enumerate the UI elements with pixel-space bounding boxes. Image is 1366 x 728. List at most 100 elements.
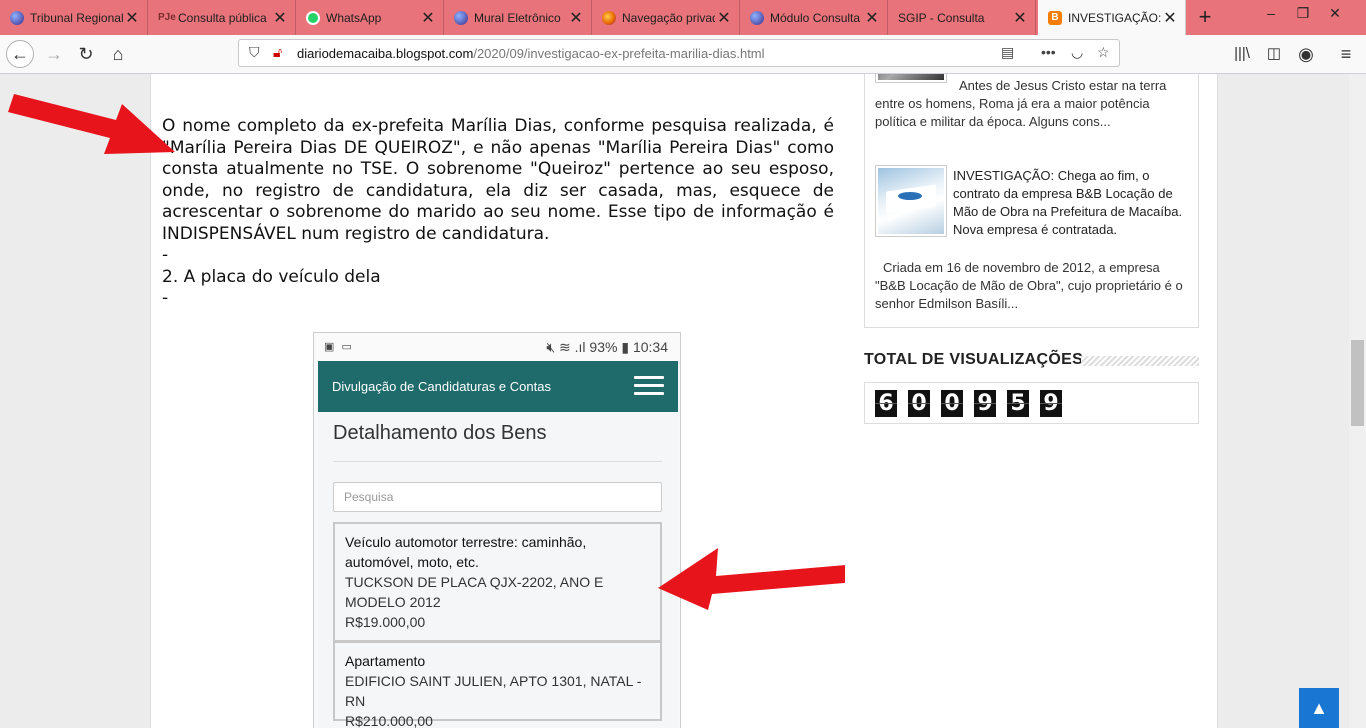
- popular-posts-widget: Antes de Jesus Cristo estar na terra ent…: [864, 74, 1199, 328]
- counter-digit: 5: [1007, 390, 1029, 417]
- minimize-button[interactable]: –: [1256, 2, 1286, 24]
- tab-sgip[interactable]: SGIP - Consulta ✕: [888, 0, 1036, 35]
- tab-label: Navegação privada: [622, 10, 715, 25]
- close-icon[interactable]: ✕: [1011, 8, 1029, 28]
- search-input: Pesquisa: [333, 482, 662, 512]
- status-right: 🔇︎ ≋ .ıl 93% ▮ 10:34: [546, 339, 668, 356]
- post-title-link[interactable]: INVESTIGAÇÃO: Chega ao fim, o contrato d…: [953, 167, 1188, 239]
- status-time: 10:34: [632, 339, 668, 355]
- page-actions-icon[interactable]: •••: [1041, 44, 1056, 60]
- blog-sidebar: Antes de Jesus Cristo estar na terra ent…: [845, 74, 1218, 728]
- post-excerpt: Criada em 16 de novembro de 2012, a empr…: [875, 260, 1183, 311]
- battery-icon: ▮: [621, 339, 630, 355]
- tab-label: Mural Eletrônico: [474, 10, 561, 25]
- navigation-toolbar: ← → ↻ ⌂ ⛉ 🔓︎ diariodemacaiba.blogspot.co…: [0, 35, 1366, 74]
- section-title: Detalhamento dos Bens: [333, 422, 547, 444]
- home-icon[interactable]: ⌂: [104, 40, 132, 68]
- reader-view-icon[interactable]: ▤: [1001, 44, 1014, 61]
- app-header: Divulgação de Candidaturas e Contas: [318, 361, 678, 412]
- globe-icon: [10, 10, 24, 25]
- asset-card: Apartamento EDIFICIO SAINT JULIEN, APTO …: [333, 641, 662, 728]
- asset-title: Apartamento: [345, 653, 426, 669]
- counter-digit: 6: [875, 390, 897, 417]
- url-text[interactable]: diariodemacaiba.blogspot.com/2020/09/inv…: [297, 46, 765, 61]
- hamburger-menu-icon: [634, 376, 664, 396]
- asset-card: Veículo automotor terrestre: caminhão, a…: [333, 522, 662, 642]
- tab-label: WhatsApp: [326, 10, 382, 25]
- article-item-2: 2. A placa do veículo dela: [162, 266, 381, 287]
- counter-digit: 0: [908, 390, 930, 417]
- pje-icon: PJe: [158, 11, 176, 23]
- restore-button[interactable]: ❐: [1288, 2, 1318, 24]
- pocket-icon[interactable]: ◡: [1071, 44, 1083, 61]
- close-icon[interactable]: ✕: [715, 8, 733, 28]
- asset-title: Veículo automotor terrestre: caminhão, a…: [345, 534, 587, 570]
- post-content: O nome completo da ex-prefeita Marília D…: [150, 74, 846, 728]
- notification-icons: ▣ ▭: [324, 341, 354, 353]
- arrow-up-icon: ▲: [1310, 698, 1328, 718]
- tab-investigacao[interactable]: B INVESTIGAÇÃO: Chega ao fim ✕: [1038, 0, 1186, 35]
- url-bar[interactable]: ⛉ 🔓︎ diariodemacaiba.blogspot.com/2020/0…: [238, 39, 1120, 67]
- asset-description: TUCKSON DE PLACA QJX-2202, ANO E MODELO …: [345, 574, 604, 610]
- insecure-lock-icon[interactable]: 🔓︎: [273, 44, 282, 61]
- app-body: Detalhamento dos Bens Pesquisa Veículo a…: [318, 412, 678, 728]
- counter-digit: 9: [1040, 390, 1062, 417]
- bookmark-star-icon[interactable]: ☆: [1097, 44, 1110, 61]
- firefox-icon: [602, 10, 616, 25]
- close-window-button[interactable]: ✕: [1320, 2, 1350, 24]
- close-icon[interactable]: ✕: [1161, 8, 1179, 28]
- phone-status-bar: ▣ ▭ 🔇︎ ≋ .ıl 93% ▮ 10:34: [314, 333, 680, 361]
- library-icon[interactable]: |||\: [1228, 40, 1256, 68]
- account-icon[interactable]: ◉: [1292, 40, 1320, 68]
- tab-label: Módulo Consulta: [770, 10, 861, 25]
- title-hatch-decoration: [1081, 356, 1199, 366]
- close-icon[interactable]: ✕: [419, 8, 437, 28]
- tab-tribunal[interactable]: Tribunal Regional Eleitoral ✕: [0, 0, 148, 35]
- tab-strip: Tribunal Regional Eleitoral ✕ PJe Consul…: [0, 0, 1366, 35]
- tab-label: Tribunal Regional Eleitoral: [30, 10, 123, 25]
- views-counter: 6 0 0 9 5 9: [864, 382, 1199, 424]
- post-thumbnail[interactable]: [875, 165, 947, 237]
- article-paragraph: O nome completo da ex-prefeita Marília D…: [162, 116, 834, 244]
- tab-modulo-consulta[interactable]: Módulo Consulta ✕: [740, 0, 888, 35]
- dash-separator: -: [162, 245, 169, 265]
- views-title: TOTAL DE VISUALIZAÇÕES: [864, 351, 1084, 368]
- close-icon[interactable]: ✕: [123, 8, 141, 28]
- tab-label: INVESTIGAÇÃO: Chega ao fim: [1068, 10, 1161, 25]
- reload-button[interactable]: ↻: [72, 40, 100, 68]
- scrollbar-thumb[interactable]: [1351, 340, 1364, 426]
- counter-digit: 0: [941, 390, 963, 417]
- sidebar-toggle-icon[interactable]: ◫: [1260, 40, 1288, 68]
- back-button[interactable]: ←: [6, 40, 34, 68]
- divider: [333, 461, 662, 462]
- signal-icons: 🔇︎ ≋ .ıl: [546, 339, 590, 355]
- web-page: O nome completo da ex-prefeita Marília D…: [0, 74, 1366, 728]
- tab-whatsapp[interactable]: WhatsApp ✕: [296, 0, 444, 35]
- asset-description: EDIFICIO SAINT JULIEN, APTO 1301, NATAL …: [345, 673, 642, 709]
- asset-value: R$19.000,00: [345, 614, 426, 630]
- whatsapp-icon: [306, 10, 320, 25]
- close-icon[interactable]: ✕: [863, 8, 881, 28]
- close-icon[interactable]: ✕: [567, 8, 585, 28]
- post-excerpt: Antes de Jesus Cristo estar na terra ent…: [875, 78, 1167, 129]
- tab-navegacao-privada[interactable]: Navegação privada ✕: [592, 0, 740, 35]
- back-to-top-button[interactable]: ▲: [1299, 688, 1339, 728]
- red-arrow-annotation: [8, 94, 175, 154]
- battery-level: 93%: [589, 339, 618, 355]
- asset-value: R$210.000,00: [345, 713, 433, 728]
- counter-digit: 9: [974, 390, 996, 417]
- menu-icon[interactable]: ≡: [1332, 40, 1360, 68]
- views-widget-header: TOTAL DE VISUALIZAÇÕES: [864, 351, 1199, 371]
- new-tab-button[interactable]: +: [1192, 4, 1218, 30]
- tab-mural[interactable]: Mural Eletrônico ✕: [444, 0, 592, 35]
- globe-icon: [750, 10, 764, 25]
- tab-consulta-publica[interactable]: PJe Consulta pública ✕: [148, 0, 296, 35]
- dash-separator: -: [162, 288, 169, 308]
- forward-button[interactable]: →: [40, 40, 68, 68]
- close-icon[interactable]: ✕: [271, 8, 289, 28]
- shield-icon[interactable]: ⛉: [249, 44, 260, 61]
- embedded-phone-screenshot: ▣ ▭ 🔇︎ ≋ .ıl 93% ▮ 10:34 Divulgação de C…: [313, 332, 681, 728]
- tab-label: SGIP - Consulta: [898, 10, 985, 25]
- tab-label: Consulta pública: [178, 10, 267, 25]
- app-title: Divulgação de Candidaturas e Contas: [332, 379, 551, 394]
